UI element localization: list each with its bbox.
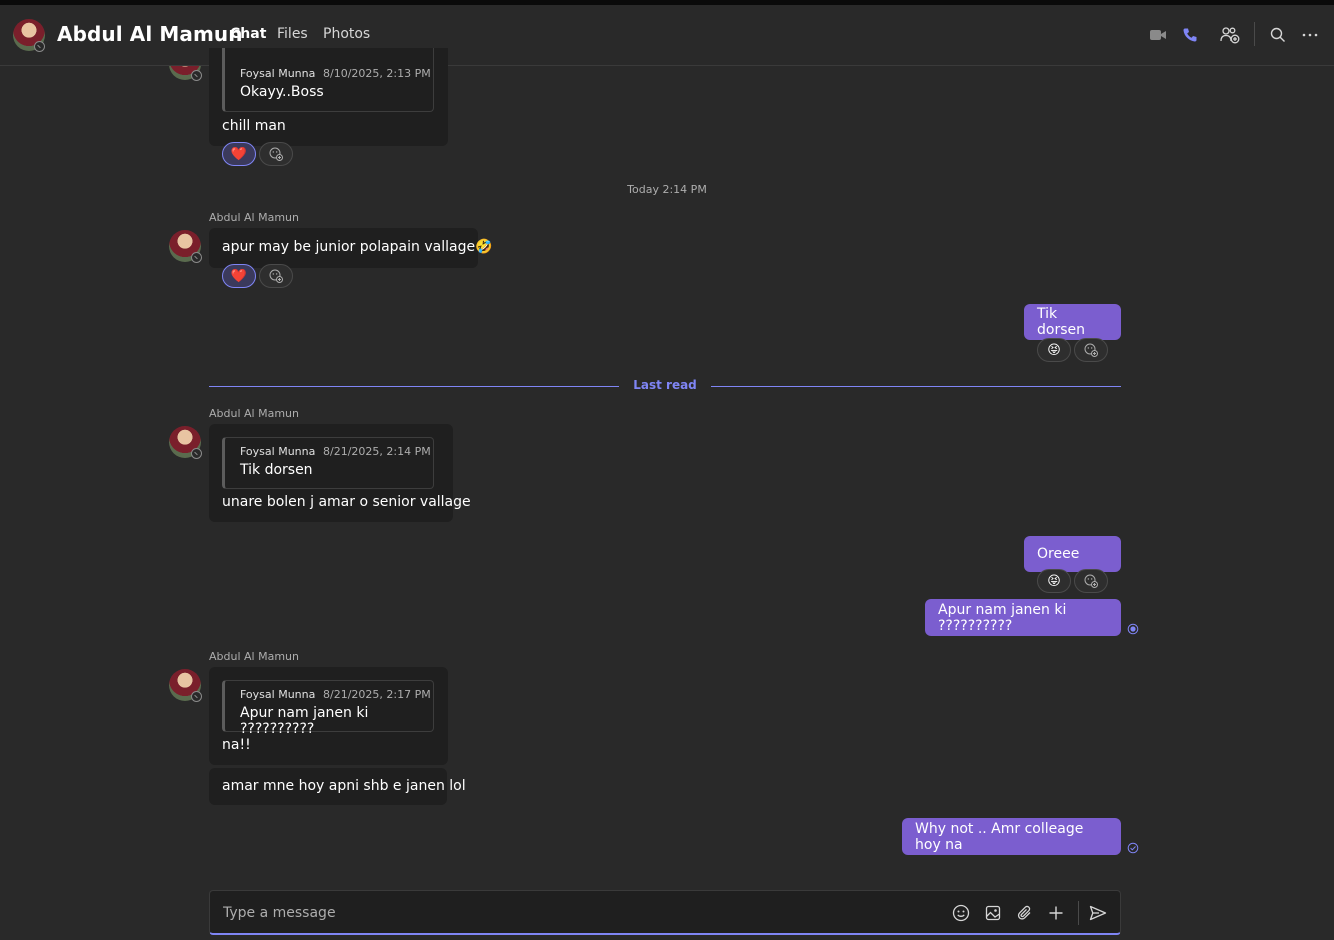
last-read-label: Last read [633,378,697,392]
video-call-icon[interactable] [1148,25,1168,45]
quoted-sender: Foysal Munna [240,688,316,701]
incoming-message[interactable]: apur may be junior polapain vallage🤣 [209,228,493,268]
quoted-reply[interactable]: Foysal Munna 8/21/2025, 2:14 PM Tik dors… [222,437,434,489]
message-composer [209,890,1121,935]
message-text: Why not .. Amr colleage hoy na [915,820,1084,853]
quoted-text: Okayy..Boss [240,84,324,100]
reaction-emoji[interactable]: 😝 [1037,569,1071,593]
audio-call-icon[interactable] [1180,25,1200,45]
time-divider: Today 2:14 PM [627,183,707,196]
presence-status-icon [34,41,45,52]
presence-status-icon [191,448,202,459]
reaction-heart[interactable]: ❤️ [222,264,256,288]
outgoing-message[interactable]: Oreee [1024,536,1121,572]
incoming-message[interactable]: Foysal Munna 8/21/2025, 2:14 PM Tik dors… [209,424,471,522]
header-separator [1254,22,1255,46]
more-options-icon[interactable] [1300,25,1320,45]
contact-name[interactable]: Abdul Al Mamun [57,22,243,46]
sender-name: Abdul Al Mamun [209,211,299,224]
outgoing-message[interactable]: Why not .. Amr colleage hoy na [902,818,1121,855]
send-icon[interactable] [1088,903,1108,923]
chat-header: Abdul Al Mamun Chat Files Photos [0,5,1334,66]
message-text: unare bolen j amar o senior vallage [222,494,471,510]
tab-files[interactable]: Files [277,26,308,42]
add-reaction-icon[interactable] [1074,569,1108,593]
message-text: Tik dorsen [1037,306,1085,338]
incoming-message[interactable]: Foysal Munna 8/21/2025, 2:17 PM Apur nam… [209,667,448,765]
message-text: Apur nam janen ki ?????????? [938,601,1067,634]
message-text: amar mne hoy apni shb e janen lol [222,778,466,794]
message-text: chill man [222,118,286,134]
last-read-line-right [711,386,1121,387]
quoted-timestamp: 8/21/2025, 2:17 PM [323,688,431,701]
image-icon[interactable] [983,903,1003,923]
emoji-icon[interactable] [951,903,971,923]
add-reaction-icon[interactable] [259,142,293,166]
quoted-sender: Foysal Munna [240,67,316,80]
tab-photos[interactable]: Photos [323,26,370,42]
outgoing-message[interactable]: Apur nam janen ki ?????????? [925,599,1121,636]
read-receipt-icon [1127,623,1139,635]
message-text: Oreee [1037,546,1080,562]
incoming-message[interactable]: Foysal Munna 8/10/2025, 2:13 PM Okayy..B… [209,48,448,146]
add-reaction-icon[interactable] [1074,338,1108,362]
composer-separator [1078,901,1079,925]
message-text: na!! [222,737,251,753]
presence-status-icon [191,252,202,263]
sent-check-icon [1127,842,1139,854]
presence-status-icon [191,70,202,81]
quoted-reply[interactable]: Foysal Munna 8/21/2025, 2:17 PM Apur nam… [222,680,434,737]
last-read-line-left [209,386,619,387]
incoming-message[interactable]: amar mne hoy apni shb e janen lol [209,768,466,805]
message-input[interactable] [223,903,923,923]
reaction-emoji[interactable]: 😝 [1037,338,1071,362]
sender-name: Abdul Al Mamun [209,650,299,663]
presence-status-icon [191,691,202,702]
plus-icon[interactable] [1046,903,1066,923]
quoted-sender: Foysal Munna [240,445,316,458]
message-text: apur may be junior polapain vallage🤣 [222,239,493,255]
search-icon[interactable] [1268,25,1288,45]
add-people-icon[interactable] [1220,25,1240,45]
attach-icon[interactable] [1015,903,1035,923]
quoted-text: Apur nam janen ki ?????????? [240,705,369,737]
reaction-heart[interactable]: ❤️ [222,142,256,166]
add-reaction-icon[interactable] [259,264,293,288]
tab-chat[interactable]: Chat [230,26,266,42]
outgoing-message[interactable]: Tik dorsen [1024,304,1121,340]
quoted-text: Tik dorsen [240,462,313,478]
quoted-reply[interactable]: Foysal Munna 8/10/2025, 2:13 PM Okayy..B… [222,48,434,112]
sender-name: Abdul Al Mamun [209,407,299,420]
quoted-timestamp: 8/21/2025, 2:14 PM [323,445,431,458]
quoted-timestamp: 8/10/2025, 2:13 PM [323,67,431,80]
